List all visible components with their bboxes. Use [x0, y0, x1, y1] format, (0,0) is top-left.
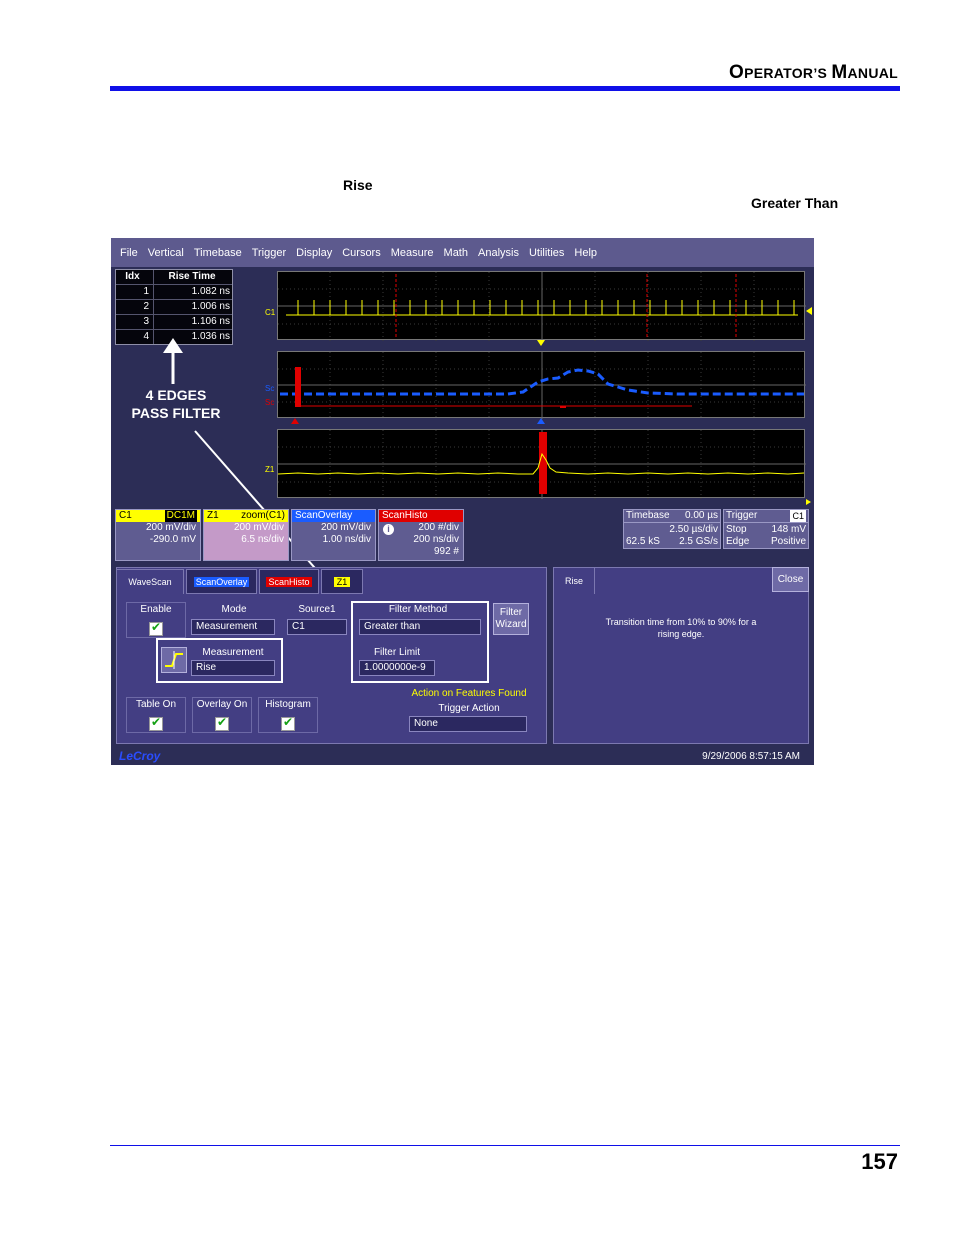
c1-descriptor-name: C1 [119, 510, 132, 521]
footer-rule [110, 1145, 900, 1146]
histogram-checkbox[interactable] [281, 715, 295, 731]
trigger-type: Edge [726, 536, 750, 547]
trigger-descriptor[interactable]: Trigger C1 Stop 148 mV Edge Positive [723, 509, 809, 549]
table-on-label: Table On [135, 699, 177, 710]
timebase-tdiv: 2.50 µs/div [669, 524, 718, 535]
trigger-level: 148 mV [771, 524, 806, 535]
help-text-line-1: Transition time from 10% to 90% for a [605, 617, 757, 627]
tab-scanhisto[interactable]: ScanHisto [259, 569, 319, 594]
measurement-highlight-box [156, 638, 283, 683]
mode-label: Mode [221, 604, 247, 615]
close-button[interactable]: Close [772, 567, 809, 592]
c1-descriptor[interactable]: C1 DC1M 200 mV/div -290.0 mV [115, 509, 201, 561]
tab-scanoverlay[interactable]: ScanOverlay [186, 569, 257, 594]
table-on-checkbox[interactable] [149, 715, 163, 731]
info-icon[interactable]: i [383, 524, 394, 535]
tab-wavescan-label: WaveScan [128, 577, 172, 587]
timebase-samples: 62.5 kS [626, 536, 660, 547]
timebase-delay: 0.00 µs [684, 510, 718, 521]
enable-checkbox[interactable] [149, 620, 163, 636]
annotation-line-2: PASS FILTER [131, 405, 221, 421]
c1-vdiv: 200 mV/div [145, 522, 196, 533]
z1-descriptor-name: Z1 [207, 510, 219, 521]
help-text-line-2: rising edge. [657, 629, 705, 639]
scanhisto-count: 992 # [433, 546, 459, 557]
action-on-features-title: Action on Features Found [411, 688, 527, 699]
oscilloscope-screenshot: File Vertical Timebase Trigger Display C… [111, 238, 814, 765]
status-timestamp: 9/29/2006 8:57:15 AM [702, 751, 800, 762]
scanoverlay-descriptor[interactable]: ScanOverlay 200 mV/div 1.00 ns/div [291, 509, 376, 561]
c1-coupling-badge: DC1M [164, 510, 197, 522]
tab-wavescan[interactable]: WaveScan [116, 569, 184, 594]
mode-select[interactable]: Measurement [191, 619, 275, 635]
scanoverlay-vdiv: 200 mV/div [320, 522, 371, 533]
scanhisto-tdiv: 200 ns/div [413, 534, 459, 545]
filter-wizard-label: Filter Wizard [495, 607, 527, 630]
help-text: Transition time from 10% to 90% for a ri… [573, 616, 789, 640]
timebase-rate: 2.5 GS/s [679, 536, 718, 547]
close-button-label: Close [777, 574, 804, 585]
annotation-text: 4 EDGES PASS FILTER [125, 386, 227, 422]
trigger-slope: Positive [770, 536, 806, 547]
lecroy-logo: LeCroy [119, 749, 161, 763]
page-header-title: OPERATOR’S MANUAL [728, 62, 898, 83]
header-rule [110, 86, 900, 91]
z1-tdiv: 6.5 ns/div [241, 534, 284, 545]
trigger-action-select[interactable]: None [409, 716, 527, 732]
scanoverlay-descriptor-name: ScanOverlay [295, 510, 353, 521]
tab-z1[interactable]: Z1 [321, 569, 363, 594]
scanoverlay-tdiv: 1.00 ns/div [322, 534, 371, 545]
scanhisto-descriptor[interactable]: ScanHisto i 200 #/div 200 ns/div 992 # [378, 509, 464, 561]
page-number: 157 [861, 1149, 898, 1174]
trigger-label: Trigger [726, 510, 758, 521]
enable-label: Enable [140, 604, 172, 615]
tab-z1-label: Z1 [333, 576, 351, 587]
source-select[interactable]: C1 [287, 619, 347, 635]
z1-descriptor-label: zoom(C1) [241, 510, 285, 521]
trigger-action-label: Trigger Action [438, 703, 500, 714]
c1-offset: -290.0 mV [149, 534, 196, 545]
histogram-label: Histogram [265, 699, 311, 710]
timebase-descriptor[interactable]: Timebase 0.00 µs 2.50 µs/div 62.5 kS 2.5… [623, 509, 721, 549]
timebase-label: Timebase [626, 510, 670, 521]
filter-highlight-box [351, 601, 489, 683]
help-tab-rise[interactable]: Rise [553, 567, 595, 594]
tab-scanoverlay-label: ScanOverlay [193, 576, 250, 587]
body-text-rise: Rise [343, 177, 373, 193]
z1-descriptor[interactable]: Z1 zoom(C1) 200 mV/div 6.5 ns/div [203, 509, 289, 561]
filter-wizard-button[interactable]: Filter Wizard [493, 603, 529, 635]
scanhisto-descriptor-name: ScanHisto [382, 510, 428, 521]
help-tab-label: Rise [564, 576, 583, 586]
source-label: Source1 [298, 604, 336, 615]
body-text-greater-than: Greater Than [751, 195, 839, 211]
z1-vdiv: 200 mV/div [233, 522, 284, 533]
trigger-mode: Stop [726, 524, 747, 535]
overlay-on-label: Overlay On [196, 699, 248, 710]
annotation-line-1: 4 EDGES [145, 387, 207, 403]
tab-scanhisto-label: ScanHisto [266, 576, 312, 587]
trigger-source-badge: C1 [790, 510, 806, 522]
overlay-on-checkbox[interactable] [215, 715, 229, 731]
